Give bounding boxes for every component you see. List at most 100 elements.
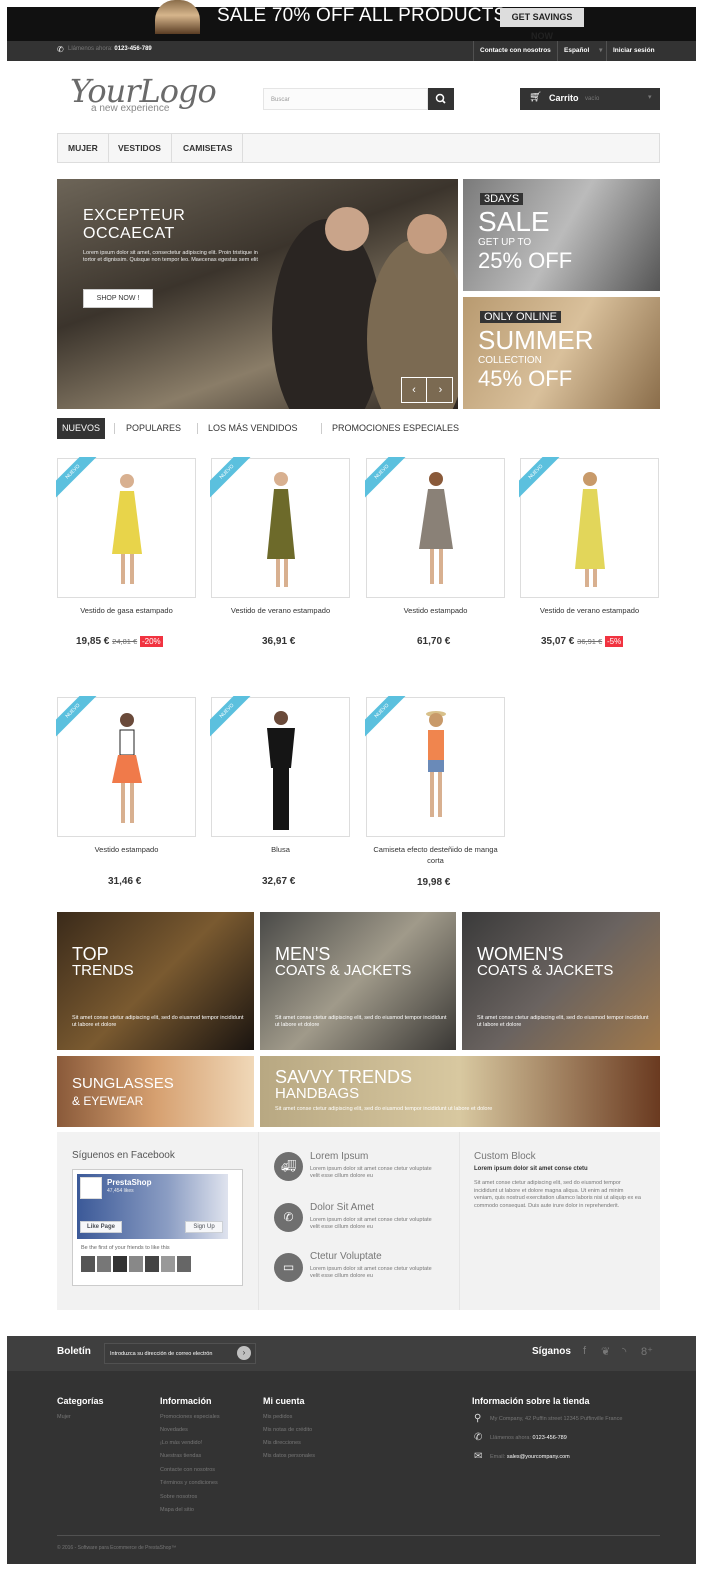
footer-store-title: Información sobre la tienda xyxy=(472,1396,590,1406)
footer-info-link[interactable]: Sobre nosotros xyxy=(160,1494,197,1500)
newsletter-submit-icon[interactable]: › xyxy=(237,1346,251,1360)
product-name[interactable]: Blusa xyxy=(211,844,350,855)
facebook-signup-button[interactable]: Sign Up xyxy=(185,1221,223,1233)
footer-info-link[interactable]: Promociones especiales xyxy=(160,1414,220,1420)
page: SALE 70% OFF ALL PRODUCTS GET SAVINGS NO… xyxy=(0,0,703,1571)
mens-coats-banner[interactable] xyxy=(260,912,456,1050)
slide-text: Lorem ipsum dolor sit amet, consectetur … xyxy=(83,250,258,263)
copyright[interactable]: © 2016 - Software para Ecommerce de Pres… xyxy=(57,1545,176,1551)
friend-avatar xyxy=(145,1256,159,1272)
promo2-tag: ONLY ONLINE xyxy=(480,311,561,323)
store-phone-label: Llámenos ahora: xyxy=(490,1435,531,1441)
slider-prev-icon[interactable]: ‹ xyxy=(402,378,427,402)
rss-icon[interactable]: ◝ xyxy=(622,1345,626,1358)
credit-card-icon: ▭ xyxy=(274,1253,303,1282)
savvy-text: Sit amet conse ctetur adipiscing elit, s… xyxy=(275,1106,493,1112)
product-price: 61,70 € xyxy=(417,636,451,647)
product-price: 19,98 € xyxy=(417,877,451,888)
footer-info-link[interactable]: Contacte con nosotros xyxy=(160,1467,215,1473)
footer-info-link[interactable]: ¡Lo más vendido! xyxy=(160,1440,202,1446)
info-divider xyxy=(258,1132,259,1310)
twitter-icon[interactable]: ❦ xyxy=(601,1345,610,1358)
store-email-line: Email: sales@yourcompany.com xyxy=(490,1454,570,1460)
facebook-like-button[interactable]: Like Page xyxy=(80,1221,122,1233)
tab-mas-vendidos[interactable]: LOS MÁS VENDIDOS xyxy=(203,418,303,439)
new-ribbon: NUEVO xyxy=(365,457,409,501)
custom-block-title: Custom Block xyxy=(474,1151,536,1162)
store-phone: 0123-456-789 xyxy=(532,1435,567,1441)
contact-link[interactable]: Contacte con nosotros xyxy=(473,41,557,61)
slider-next-icon[interactable]: › xyxy=(428,378,453,402)
footer-info-link[interactable]: Novedades xyxy=(160,1427,188,1433)
product-name[interactable]: Vestido estampado xyxy=(57,844,196,855)
info-block-title: Ctetur Voluptate xyxy=(310,1251,382,1262)
tab-populares[interactable]: POPULARES xyxy=(121,418,186,439)
menu-item-vestidos[interactable]: VESTIDOS xyxy=(108,133,172,163)
top-trends-banner[interactable] xyxy=(57,912,254,1050)
tab-nuevos[interactable]: NUEVOS xyxy=(57,418,106,439)
facebook-page-name[interactable]: PrestaShop xyxy=(107,1178,151,1187)
slide-title: EXCEPTEUR OCCAECAT xyxy=(83,207,185,243)
menu-item-mujer[interactable]: MUJER xyxy=(58,133,109,163)
womens-coats-banner[interactable] xyxy=(462,912,660,1050)
search-input[interactable]: Buscar xyxy=(263,88,428,110)
footer-divider xyxy=(57,1535,660,1536)
product-name[interactable]: Vestido de verano estampado xyxy=(211,605,350,616)
search-button[interactable] xyxy=(428,88,454,110)
nav-phone-label: Llámenos ahora: xyxy=(68,46,113,52)
new-ribbon-label: NUEVO xyxy=(365,696,409,738)
store-phone-line: Llámenos ahora: 0123-456-789 xyxy=(490,1435,567,1441)
new-ribbon: NUEVO xyxy=(56,457,100,501)
get-savings-button[interactable]: GET SAVINGS NOW xyxy=(500,8,584,41)
store-email[interactable]: sales@yourcompany.com xyxy=(507,1454,570,1460)
menu-item-camisetas[interactable]: CAMISETAS xyxy=(173,133,244,163)
info-divider xyxy=(459,1132,460,1310)
womens-text: Sit amet conse ctetur adipiscing elit, s… xyxy=(477,1015,649,1028)
banner-model-image xyxy=(155,0,200,34)
follow-label: Síganos xyxy=(532,1346,571,1357)
footer-category-link[interactable]: Mujer xyxy=(57,1414,71,1420)
tab-promociones[interactable]: PROMOCIONES ESPECIALES xyxy=(327,418,464,439)
login-link[interactable]: Iniciar sesión xyxy=(606,41,661,61)
store-email-label: Email: xyxy=(490,1454,506,1460)
footer-account-title[interactable]: Mi cuenta xyxy=(263,1396,305,1406)
footer-account-link[interactable]: Mis datos personales xyxy=(263,1453,315,1459)
footer-account-link[interactable]: Mis pedidos xyxy=(263,1414,292,1420)
tab-divider xyxy=(321,423,322,434)
footer-account-link[interactable]: Mis notas de crédito xyxy=(263,1427,312,1433)
phone-icon: ✆ xyxy=(57,45,64,54)
footer-account-link[interactable]: Mis direcciones xyxy=(263,1440,301,1446)
info-block-title: Dolor Sit Amet xyxy=(310,1202,374,1213)
product-price: 36,91 € xyxy=(262,636,296,647)
info-block-text: Lorem ipsum dolor sit amet conse ctetur … xyxy=(310,1266,432,1279)
facebook-icon[interactable]: f xyxy=(583,1345,586,1357)
footer-categories-title[interactable]: Categorías xyxy=(57,1396,104,1406)
friend-avatar xyxy=(161,1256,175,1272)
top-trends-subtitle: TRENDS xyxy=(72,962,134,979)
footer-info-link[interactable]: Nuestras tiendas xyxy=(160,1453,201,1459)
promo1-big: SALE xyxy=(478,206,550,237)
product-price: 32,67 € xyxy=(262,876,296,887)
product-name[interactable]: Vestido de gasa estampado xyxy=(57,605,196,616)
slide-title-line1: EXCEPTEUR xyxy=(83,207,186,224)
language-selector[interactable]: Español ▾ xyxy=(557,41,606,61)
footer-info-link[interactable]: Términos y condiciones xyxy=(160,1480,218,1486)
tab-divider xyxy=(114,423,115,434)
product-name[interactable]: Vestido estampado xyxy=(366,605,505,616)
footer-info-link[interactable]: Mapa del sitio xyxy=(160,1507,194,1513)
newsletter-email-input[interactable]: Introduzca su dirección de correo electr… xyxy=(104,1343,256,1364)
custom-block-text: Sit amet conse ctetur adipiscing elit, s… xyxy=(474,1180,641,1209)
savvy-subtitle: HANDBAGS xyxy=(275,1085,360,1102)
language-label: Español xyxy=(564,47,590,54)
new-ribbon-label: NUEVO xyxy=(519,457,563,499)
facebook-likes: 47,454 likes xyxy=(107,1188,134,1194)
shop-now-button[interactable]: SHOP NOW ! xyxy=(83,289,153,308)
newsletter-placeholder: Introduzca su dirección de correo electr… xyxy=(110,1351,213,1357)
friend-avatar xyxy=(177,1256,191,1272)
promo1-small: GET UP TO xyxy=(478,237,532,248)
product-name[interactable]: Vestido de verano estampado xyxy=(520,605,659,616)
product-price-block: 19,85 € 24,81 € -20% xyxy=(76,636,163,647)
new-ribbon: NUEVO xyxy=(519,457,563,501)
google-plus-icon[interactable]: 8⁺ xyxy=(641,1345,653,1358)
product-name[interactable]: Camiseta efecto desteñido de manga corta xyxy=(366,844,505,866)
